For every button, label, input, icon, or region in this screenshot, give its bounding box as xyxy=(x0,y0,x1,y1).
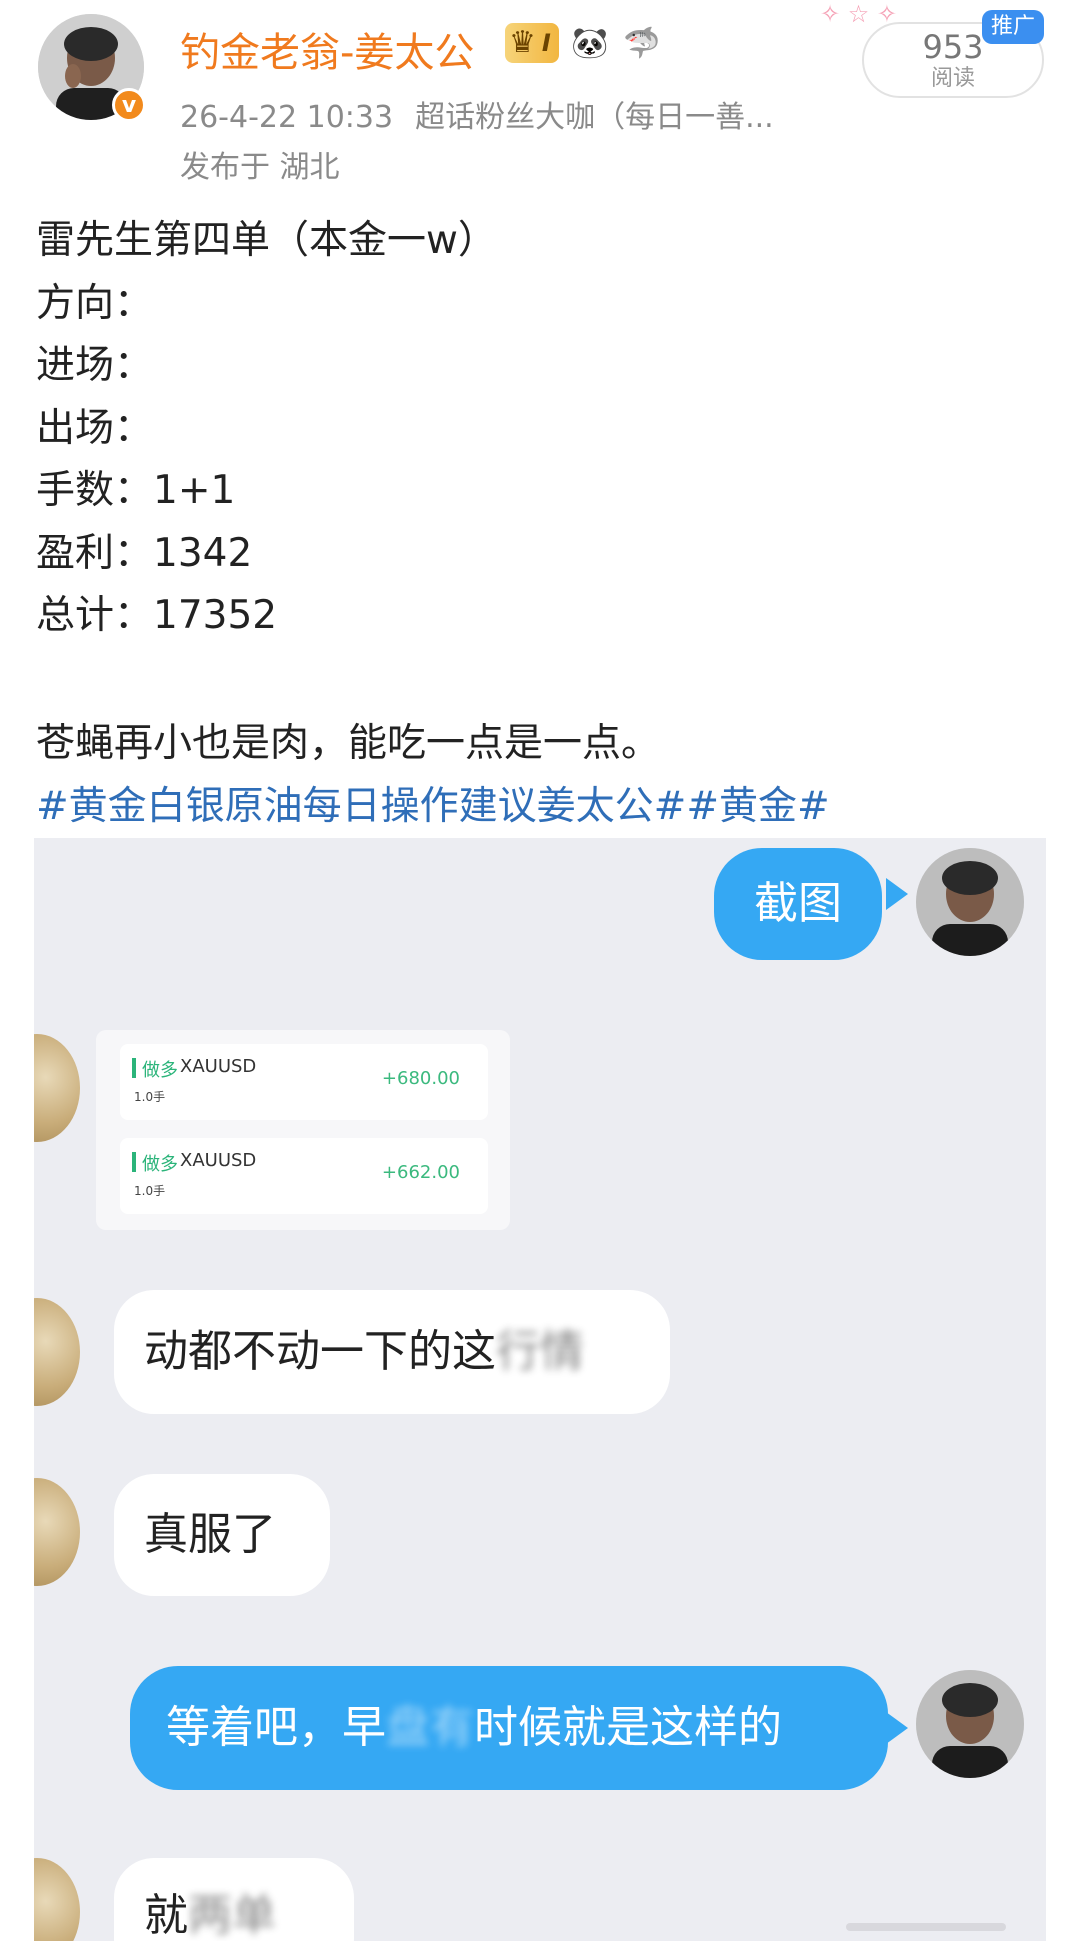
chat-bubble-left: 就两单 xyxy=(114,1858,354,1941)
chat-blurred-text: 盘有 xyxy=(386,1702,474,1753)
trade-marker xyxy=(132,1152,136,1172)
trade-row: 做多 XAUUSD 1.0手 +680.00 xyxy=(120,1044,488,1120)
trade-screenshot: 做多 XAUUSD 1.0手 +680.00 做多 XAUUSD 1.0手 +6… xyxy=(96,1030,510,1230)
trade-symbol: XAUUSD xyxy=(180,1150,257,1171)
trade-symbol: XAUUSD xyxy=(180,1056,257,1077)
trade-row: 做多 XAUUSD 1.0手 +662.00 xyxy=(120,1138,488,1214)
bubble-tail xyxy=(886,878,908,910)
chat-avatar-self xyxy=(916,848,1024,956)
trade-marker xyxy=(132,1058,136,1078)
chat-bubble-right: 等着吧，早 盘有 时候就是这样的 xyxy=(130,1666,888,1790)
chat-blurred-text: 两单 xyxy=(188,1890,276,1941)
author-name[interactable]: 钓金老翁-姜太公 xyxy=(180,20,474,78)
post-time: 26-4-22 10:33 xyxy=(180,100,394,135)
post-entry-line: 进场： xyxy=(36,343,154,388)
read-label: 阅读 xyxy=(930,66,975,91)
chat-blurred-text: 行情 xyxy=(496,1326,584,1377)
verified-badge-icon: v xyxy=(112,88,146,122)
watermark xyxy=(846,1923,1006,1931)
chat-bubble-left: 真服了 xyxy=(114,1474,330,1596)
chat-avatar-self xyxy=(916,1670,1024,1778)
post-total-line: 总计：17352 xyxy=(36,593,278,638)
trade-type: 做多 xyxy=(142,1154,178,1175)
post-exit-line: 出场： xyxy=(36,405,154,451)
chat-message-text: 就 xyxy=(144,1890,188,1941)
hashtag-link[interactable]: #黄金白银原油每日操作建议姜太公# xyxy=(36,784,686,829)
panda-badge-icon[interactable]: 🐼 xyxy=(569,22,611,64)
vip-crown-badge[interactable]: ♛ I xyxy=(505,23,559,63)
hashtag-link[interactable]: #黄金# xyxy=(686,784,829,829)
post-remark: 苍蝇再小也是肉，能吃一点是一点。 xyxy=(36,721,661,766)
chat-avatar-other xyxy=(34,1858,80,1941)
post-title-line: 雷先生第四单（本金一w） xyxy=(36,218,497,263)
post-profit-line: 盈利：1342 xyxy=(36,530,253,576)
chat-message-text: 动都不动一下的这 xyxy=(144,1326,496,1377)
chat-avatar-other xyxy=(34,1298,80,1406)
chat-bubble-right: 截图 xyxy=(714,848,882,960)
post-direction-line: 方向： xyxy=(36,280,154,326)
vip-level: I xyxy=(541,29,551,57)
crown-icon: ♛ xyxy=(509,25,536,60)
chat-message-text: 等着吧，早 xyxy=(166,1702,386,1753)
chat-avatar-other xyxy=(34,1034,80,1142)
shark-badge-icon[interactable]: 🦈 xyxy=(621,22,663,64)
chat-message-text: 真服了 xyxy=(144,1509,276,1560)
post-meta: 26-4-22 10:33 超话粉丝大咖（每日一善... xyxy=(180,92,774,136)
chat-screenshot-image[interactable]: 截图 做多 XAUUSD 1.0手 +680.00 做多 XAUUSD 1.0手… xyxy=(34,838,1046,1941)
trade-profit: +662.00 xyxy=(381,1162,460,1183)
chat-message-text-tail: 时候就是这样的 xyxy=(474,1702,782,1753)
trade-lots: 1.0手 xyxy=(134,1090,166,1104)
bubble-tail xyxy=(886,1712,908,1744)
trade-lots: 1.0手 xyxy=(134,1184,166,1198)
post-source[interactable]: 超话粉丝大咖（每日一善... xyxy=(415,100,774,135)
post-location: 发布于 湖北 xyxy=(180,150,340,185)
trade-profit: +680.00 xyxy=(381,1068,460,1089)
chat-bubble-left: 动都不动一下的这 行情 xyxy=(114,1290,670,1414)
ad-tag: 推广 xyxy=(982,10,1044,44)
trade-type: 做多 xyxy=(142,1060,178,1081)
post-body: 雷先生第四单（本金一w） 方向： 进场： 出场： 手数：1+1 盈利：1342 … xyxy=(36,210,497,648)
chat-message-text: 截图 xyxy=(754,878,842,929)
user-badges: ♛ I 🐼 🦈 xyxy=(505,22,663,64)
post-lots-line: 手数：1+1 xyxy=(36,468,236,513)
hashtags: #黄金白银原油每日操作建议姜太公##黄金# xyxy=(36,775,830,831)
chat-avatar-other xyxy=(34,1478,80,1586)
